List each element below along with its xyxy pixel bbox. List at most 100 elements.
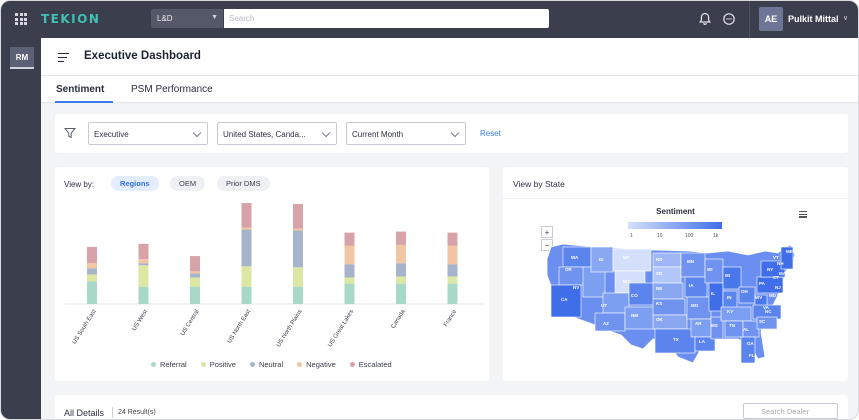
x-tick-label: US South East: [72, 309, 98, 346]
bar-segment-positive[interactable]: [241, 266, 252, 287]
left-rail: RM: [1, 38, 41, 419]
legend-swatch: [151, 362, 156, 367]
bar-segment-referral[interactable]: [87, 281, 97, 304]
bar-segment-neutral[interactable]: [241, 229, 252, 267]
bar-segment-neutral[interactable]: [396, 263, 406, 277]
bar-segment-escalated[interactable]: [87, 246, 97, 264]
page-header: Executive Dashboard: [41, 38, 858, 76]
bar-segment-positive[interactable]: [190, 277, 200, 287]
bar-segment-referral[interactable]: [190, 286, 200, 304]
bar-segment-escalated[interactable]: [241, 203, 252, 228]
legend-item-referral[interactable]: Referral: [151, 360, 187, 369]
legend-label: Referral: [160, 360, 187, 369]
country-select[interactable]: United States, Canda...: [217, 122, 337, 145]
state-label: NM: [631, 313, 638, 318]
state-label: TN: [729, 323, 735, 328]
state-region[interactable]: [720, 306, 752, 322]
bar-segment-negative[interactable]: [293, 228, 303, 231]
scale-tick: 1: [630, 233, 633, 239]
chat-icon[interactable]: [722, 12, 736, 26]
app-window: TEKION L&D ▼ AE Pulkit Mittal ∨ RM Execu…: [0, 0, 859, 420]
bar-segment-escalated[interactable]: [344, 232, 355, 246]
state-region[interactable]: [612, 248, 652, 272]
bar-segment-negative[interactable]: [87, 263, 97, 269]
bar-segment-referral[interactable]: [138, 286, 149, 304]
bar-segment-neutral[interactable]: [344, 264, 355, 278]
bar-segment-referral[interactable]: [241, 286, 252, 304]
tab-sentiment[interactable]: Sentiment: [56, 84, 104, 95]
us-choropleth-map[interactable]: 1 10 100 1k WA OR CA NV ID MT WY UT AZ CO NM ND SD NE…: [503, 167, 848, 381]
scale-tick: 100: [685, 233, 694, 239]
bar-segment-neutral[interactable]: [447, 264, 458, 277]
bar-segment-escalated[interactable]: [396, 231, 406, 245]
state-region[interactable]: [558, 266, 586, 286]
chart-legend: Referral Positive Neutral Negative Escalated: [151, 360, 392, 369]
bar-segment-referral[interactable]: [293, 286, 303, 304]
scope-selector[interactable]: L&D ▼: [151, 9, 223, 28]
bar-segment-positive[interactable]: [344, 277, 355, 284]
sentiment-bar-chart: US South East US West US Central US North E…: [65, 203, 483, 348]
legend-item-negative[interactable]: Negative: [297, 360, 336, 369]
state-label: KY: [727, 309, 733, 314]
bar-segment-negative[interactable]: [190, 271, 200, 274]
state-label: UT: [601, 303, 607, 308]
legend-item-neutral[interactable]: Neutral: [249, 360, 283, 369]
rail-item-rm[interactable]: RM: [10, 47, 34, 69]
bar-segment-positive[interactable]: [87, 274, 97, 282]
bell-icon[interactable]: [698, 12, 712, 26]
bar-segment-escalated[interactable]: [190, 256, 200, 272]
state-label: VT: [773, 255, 779, 260]
bar-segment-referral[interactable]: [396, 283, 406, 304]
role-select[interactable]: Executive: [88, 122, 208, 145]
bar-segment-positive[interactable]: [447, 276, 458, 284]
state-label: GA: [747, 341, 755, 346]
user-name[interactable]: Pulkit Mittal: [788, 14, 839, 24]
avatar[interactable]: AE: [759, 7, 783, 31]
state-region[interactable]: [722, 266, 742, 290]
app-launcher-icon[interactable]: [15, 13, 27, 25]
state-label: TX: [673, 337, 679, 342]
scale-tick: 1k: [713, 233, 719, 239]
menu-icon[interactable]: [58, 53, 69, 65]
details-panel: All Details 24 Result(s): [55, 395, 848, 419]
state-label: CO: [631, 293, 638, 298]
global-search-input[interactable]: [224, 9, 549, 28]
state-label: WI: [707, 267, 713, 272]
state-region[interactable]: [680, 252, 706, 278]
reset-button[interactable]: Reset: [480, 129, 501, 138]
bar-segment-negative[interactable]: [447, 245, 458, 265]
state-label: FL: [749, 353, 755, 358]
bar-segment-negative[interactable]: [241, 227, 252, 230]
bar-segment-negative[interactable]: [344, 245, 355, 265]
bar-segment-escalated[interactable]: [447, 232, 458, 246]
state-region[interactable]: [686, 296, 712, 320]
period-select[interactable]: Current Month: [346, 122, 466, 145]
bar-segment-escalated[interactable]: [138, 243, 149, 260]
bar-segment-neutral[interactable]: [87, 268, 97, 275]
bar-segment-negative[interactable]: [138, 259, 149, 264]
period-select-value: Current Month: [352, 130, 404, 139]
state-region[interactable]: [624, 306, 656, 330]
legend-item-positive[interactable]: Positive: [200, 360, 236, 369]
bar-segment-positive[interactable]: [396, 276, 406, 284]
bar-segment-referral[interactable]: [344, 283, 355, 304]
search-dealer-input[interactable]: [743, 403, 838, 419]
bar-segment-positive[interactable]: [138, 265, 149, 287]
legend-item-escalated[interactable]: Escalated: [349, 360, 392, 369]
state-label: MD: [769, 293, 777, 298]
tab-psm-performance[interactable]: PSM Performance: [131, 84, 213, 95]
filter-icon[interactable]: [64, 127, 76, 139]
brand-logo[interactable]: TEKION: [41, 12, 100, 26]
x-tick-label: US North East: [227, 309, 253, 345]
bar-segment-referral[interactable]: [447, 283, 458, 304]
bar-segment-neutral[interactable]: [190, 273, 200, 278]
bar-segment-escalated[interactable]: [293, 204, 303, 229]
bar-segment-negative[interactable]: [396, 244, 406, 264]
bar-segment-neutral[interactable]: [293, 230, 303, 268]
bar-segment-neutral[interactable]: [138, 263, 149, 266]
state-region[interactable]: [594, 312, 626, 332]
chevron-down-icon: [192, 128, 202, 138]
chevron-down-icon[interactable]: ∨: [843, 14, 848, 22]
bar-segment-positive[interactable]: [293, 267, 303, 287]
chevron-down-icon: [450, 128, 460, 138]
